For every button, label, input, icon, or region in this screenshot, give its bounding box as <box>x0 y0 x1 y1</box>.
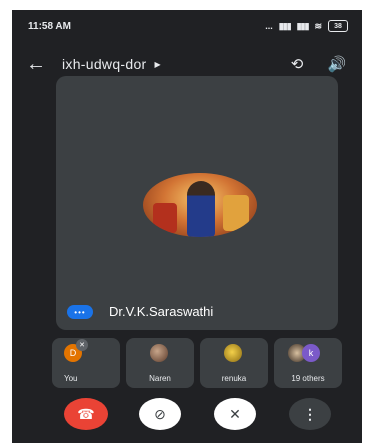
caret-right-icon[interactable]: ▶ <box>155 60 161 69</box>
speaker-name: Dr.V.K.Saraswathi <box>109 304 214 319</box>
participant-tile-naren[interactable]: Naren <box>126 338 194 388</box>
participant-tile-you[interactable]: D ✕ You <box>52 338 120 388</box>
end-call-button[interactable]: ☎ <box>64 398 108 430</box>
status-icons: ... ▮▮▮ ▮▮▮ ≋ 38 <box>265 20 348 32</box>
more-vert-icon: ⋮ <box>303 405 317 422</box>
participant-label: Naren <box>149 374 171 383</box>
sim-signal-icon: ▮▮▮ <box>278 20 292 31</box>
participant-strip: D ✕ You Naren renuka k 19 others <box>52 338 342 388</box>
more-options-button[interactable]: ⋮ <box>289 398 331 430</box>
speaking-indicator-icon: ••• <box>67 305 93 319</box>
end-call-icon: ☎ <box>77 405 95 422</box>
back-arrow-icon[interactable]: ← <box>26 53 62 76</box>
avatar: k <box>302 344 320 362</box>
camera-toggle-button[interactable]: ⊘ <box>139 398 181 430</box>
participant-label: 19 others <box>291 374 325 383</box>
meet-call-screen: 11:58 AM ... ▮▮▮ ▮▮▮ ≋ 38 ← ixh-udwq-dor… <box>12 10 362 443</box>
participant-tile-others[interactable]: k 19 others <box>274 338 342 388</box>
avatar <box>150 344 168 362</box>
switch-camera-icon[interactable]: ⟲ <box>286 55 308 73</box>
meeting-code[interactable]: ixh-udwq-dor <box>62 56 147 72</box>
status-bar: 11:58 AM ... ▮▮▮ ▮▮▮ ≋ 38 <box>12 10 362 42</box>
status-time: 11:58 AM <box>28 20 71 32</box>
camera-off-icon: ⊘ <box>154 405 166 422</box>
mic-toggle-button[interactable]: ✕ <box>214 398 256 430</box>
muted-mic-icon: ✕ <box>76 339 88 351</box>
battery-icon: 38 <box>328 20 348 32</box>
main-speaker-tile[interactable]: ••• Dr.V.K.Saraswathi <box>56 76 338 330</box>
mic-off-icon: ✕ <box>229 405 241 422</box>
participant-tile-renuka[interactable]: renuka <box>200 338 268 388</box>
avatar <box>224 344 242 362</box>
speaker-avatar <box>143 173 257 237</box>
participant-label: You <box>64 374 78 383</box>
cellular-signal-icon: ▮▮▮ <box>296 20 310 31</box>
dots-icon: ... <box>265 21 273 31</box>
speaker-volume-icon[interactable]: 🔊 <box>326 55 348 73</box>
participant-label: renuka <box>221 374 247 383</box>
wifi-icon: ≋ <box>314 20 322 31</box>
call-controls: ☎ ⊘ ✕ ⋮ <box>12 392 362 438</box>
